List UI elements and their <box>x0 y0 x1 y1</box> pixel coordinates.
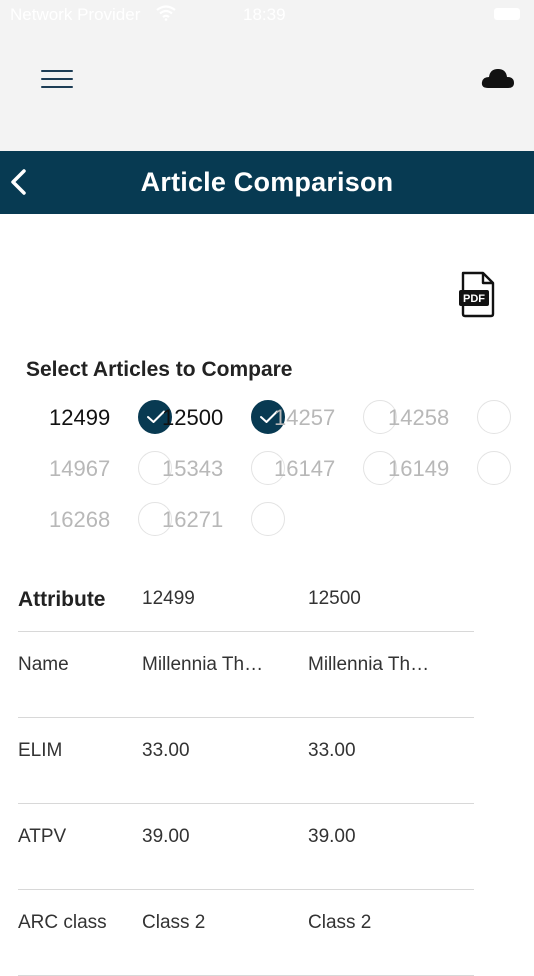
attribute-name: Name <box>18 654 69 675</box>
article-option[interactable]: 16149 <box>388 451 534 491</box>
attribute-name: ELIM <box>18 740 63 761</box>
article-number: 16147 <box>274 456 336 481</box>
hamburger-menu-icon <box>41 70 73 72</box>
table-row: Name Millennia Th… Millennia Th… <box>18 632 474 718</box>
top-header-area: Network Provider 18:39 <box>0 0 534 151</box>
wifi-icon <box>155 5 177 26</box>
checkbox-unchecked[interactable] <box>251 502 285 536</box>
table-row: ARC class Class 2 Class 2 <box>18 890 474 976</box>
column-header-attribute: Attribute <box>18 588 106 611</box>
hamburger-line <box>41 86 73 88</box>
article-number: 12500 <box>162 405 224 430</box>
navigation-bar: Article Comparison <box>0 151 534 214</box>
page-title: Article Comparison <box>140 167 394 197</box>
article-1-value: Class 2 <box>142 912 206 933</box>
select-articles-heading: Select Articles to Compare <box>26 358 293 381</box>
article-2-value: Millennia Th… <box>308 654 430 675</box>
column-header-article-2: 12500 <box>308 588 361 609</box>
carrier-name: Network Provider <box>10 5 141 24</box>
article-1-value: 39.00 <box>142 826 190 847</box>
battery-icon <box>494 8 520 20</box>
pdf-file-icon: PDF <box>459 271 495 318</box>
table-row: ATPV 39.00 39.00 <box>18 804 474 890</box>
article-number: 16271 <box>162 507 224 532</box>
article-1-value: Millennia Th… <box>142 654 264 675</box>
article-number: 16268 <box>49 507 111 532</box>
article-2-value: 33.00 <box>308 740 356 761</box>
attribute-name: ARC class <box>18 912 107 933</box>
checkbox-unchecked[interactable] <box>477 400 511 434</box>
article-number: 14258 <box>388 405 450 430</box>
pdf-label: PDF <box>463 293 485 305</box>
status-bar: Network Provider 18:39 <box>0 0 534 30</box>
article-2-value: 39.00 <box>308 826 356 847</box>
article-option[interactable]: 16271 <box>162 502 312 542</box>
table-header-row: Attribute 12499 12500 <box>18 570 474 632</box>
article-number: 14967 <box>49 456 111 481</box>
article-number: 12499 <box>49 405 111 430</box>
article-2-value: Class 2 <box>308 912 372 933</box>
article-number: 15343 <box>162 456 224 481</box>
checkbox-unchecked[interactable] <box>477 451 511 485</box>
article-number: 16149 <box>388 456 450 481</box>
attribute-name: ATPV <box>18 826 67 847</box>
clock-time: 18:39 <box>243 5 286 24</box>
comparison-table: Attribute 12499 12500 Name Millennia Th…… <box>18 570 474 976</box>
menu-button[interactable] <box>36 64 80 96</box>
article-number: 14257 <box>274 405 336 430</box>
export-pdf-button[interactable]: PDF <box>458 270 498 318</box>
hamburger-line <box>41 78 73 80</box>
table-row: ELIM 33.00 33.00 <box>18 718 474 804</box>
article-1-value: 33.00 <box>142 740 190 761</box>
cloud-sync-button[interactable] <box>480 64 520 94</box>
column-header-article-1: 12499 <box>142 588 195 609</box>
cloud-icon <box>481 69 514 88</box>
article-option[interactable]: 14258 <box>388 400 534 440</box>
